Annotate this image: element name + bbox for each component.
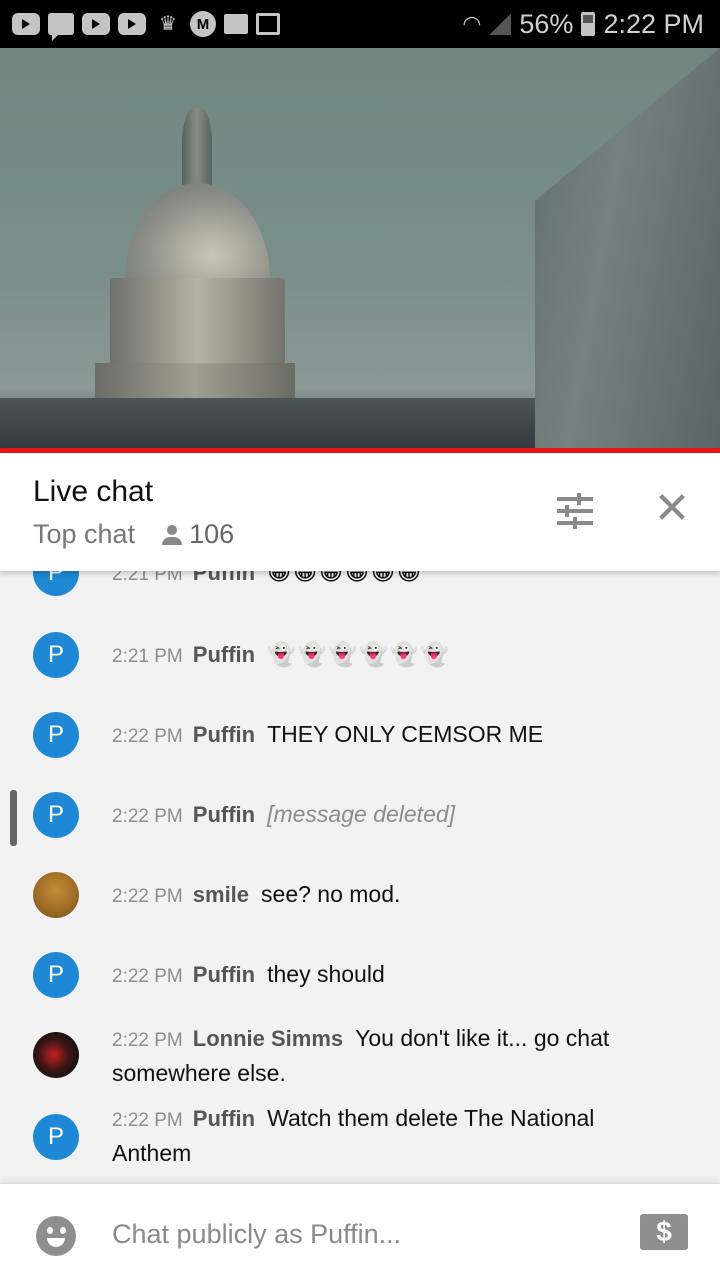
video-player[interactable] [0, 48, 720, 450]
youtube-icon [12, 13, 40, 35]
slider-knob [577, 493, 581, 505]
message-line: 2:22 PM smile see? no mod. [112, 878, 672, 913]
message-line: 2:21 PM Puffin 👻👻👻👻👻👻 [112, 638, 672, 673]
viewer-count: 106 [161, 519, 234, 550]
message-author[interactable]: Puffin [193, 802, 255, 827]
super-chat-button[interactable]: $ [640, 1214, 688, 1250]
message-line: 2:22 PM Puffin [message deleted] [112, 798, 672, 833]
slider-line [557, 509, 593, 513]
message-text: see? no mod. [261, 881, 401, 907]
person-icon [161, 524, 183, 546]
message-timestamp: 2:21 PM [112, 646, 183, 667]
emoji-button[interactable] [36, 1216, 76, 1256]
message-text: 👻👻👻👻👻👻 [267, 641, 451, 667]
dollar-icon: $ [656, 1216, 672, 1247]
close-chat-button[interactable]: ✕ [652, 487, 692, 531]
message-timestamp: 2:22 PM [112, 1110, 183, 1131]
signal-icon [489, 13, 512, 35]
message-text: they should [267, 961, 385, 987]
avatar[interactable] [33, 872, 79, 918]
avatar[interactable]: P [33, 1114, 79, 1160]
avatar[interactable] [33, 1032, 79, 1078]
message-text: THEY ONLY CEMSOR ME [267, 721, 544, 747]
capitol-colonnade [110, 278, 285, 368]
message-timestamp: 2:22 PM [112, 806, 183, 827]
chat-bubble-icon [48, 13, 74, 41]
battery-percent: 56% [519, 8, 574, 39]
avatar[interactable]: P [33, 632, 79, 678]
message-line: 2:22 PM Lonnie Simms You don't like it... … [112, 1022, 672, 1089]
message-author[interactable]: Puffin [193, 642, 255, 667]
chat-title: Live chat [33, 475, 154, 508]
youtube-icon [118, 13, 146, 35]
battery-icon [581, 12, 596, 36]
chat-message-list[interactable]: P 2:21 PM Puffin 😁😁😁😁😁😁 P 2:21 PM Puffin 👻👻👻… [0, 540, 720, 1182]
close-icon: ✕ [653, 484, 691, 533]
chat-mode-selector[interactable]: Top chat [33, 519, 135, 550]
message-timestamp: 2:22 PM [112, 886, 183, 907]
chat-input-bar: $ [0, 1183, 720, 1280]
message-author[interactable]: Lonnie Simms [193, 1026, 343, 1051]
message-timestamp: 2:22 PM [112, 726, 183, 747]
notification-icons: ♛ M [0, 11, 280, 41]
message-line: 2:22 PM Puffin Watch them delete The Natio… [112, 1102, 672, 1169]
folder-icon [224, 14, 248, 34]
wifi-icon: ◠ [462, 11, 482, 36]
selection-indicator [10, 790, 17, 846]
avatar[interactable]: P [33, 792, 79, 838]
glass-building [535, 48, 720, 450]
youtube-icon [82, 13, 110, 35]
filter-button[interactable] [555, 493, 595, 529]
message-timestamp: 2:22 PM [112, 966, 183, 987]
message-author[interactable]: Puffin [193, 1106, 255, 1131]
message-author[interactable]: Puffin [193, 962, 255, 987]
message-author[interactable]: smile [193, 882, 249, 907]
status-bar: ♛ M ◠ 56% 2:22 PM [0, 0, 720, 48]
message-line: 2:22 PM Puffin THEY ONLY CEMSOR ME [112, 718, 672, 753]
avatar[interactable]: P [33, 952, 79, 998]
system-status: ◠ 56% 2:22 PM [462, 9, 720, 40]
message-timestamp: 2:22 PM [112, 1030, 183, 1051]
chat-header: Live chat Top chat 106 ✕ [0, 453, 720, 571]
chat-input[interactable] [112, 1214, 612, 1254]
message-author[interactable]: Puffin [193, 722, 255, 747]
message-text: [message deleted] [267, 801, 456, 827]
avatar[interactable]: P [33, 712, 79, 758]
m-app-icon: M [190, 11, 216, 37]
clock: 2:22 PM [603, 8, 704, 39]
sliders-icon [557, 497, 593, 501]
message-text: You don't like it... go chat somewhere e… [112, 1025, 610, 1086]
viewer-count-value: 106 [189, 519, 235, 549]
chat-subheader: Top chat 106 [33, 519, 234, 550]
slider-knob [565, 505, 569, 517]
image-icon [256, 13, 280, 35]
foreground-buildings [0, 398, 540, 450]
message-line: 2:22 PM Puffin they should [112, 958, 672, 993]
crown-icon: ♛ [159, 13, 177, 35]
message-text: Watch them delete The National Anthem [112, 1105, 595, 1166]
slider-knob [573, 517, 577, 529]
